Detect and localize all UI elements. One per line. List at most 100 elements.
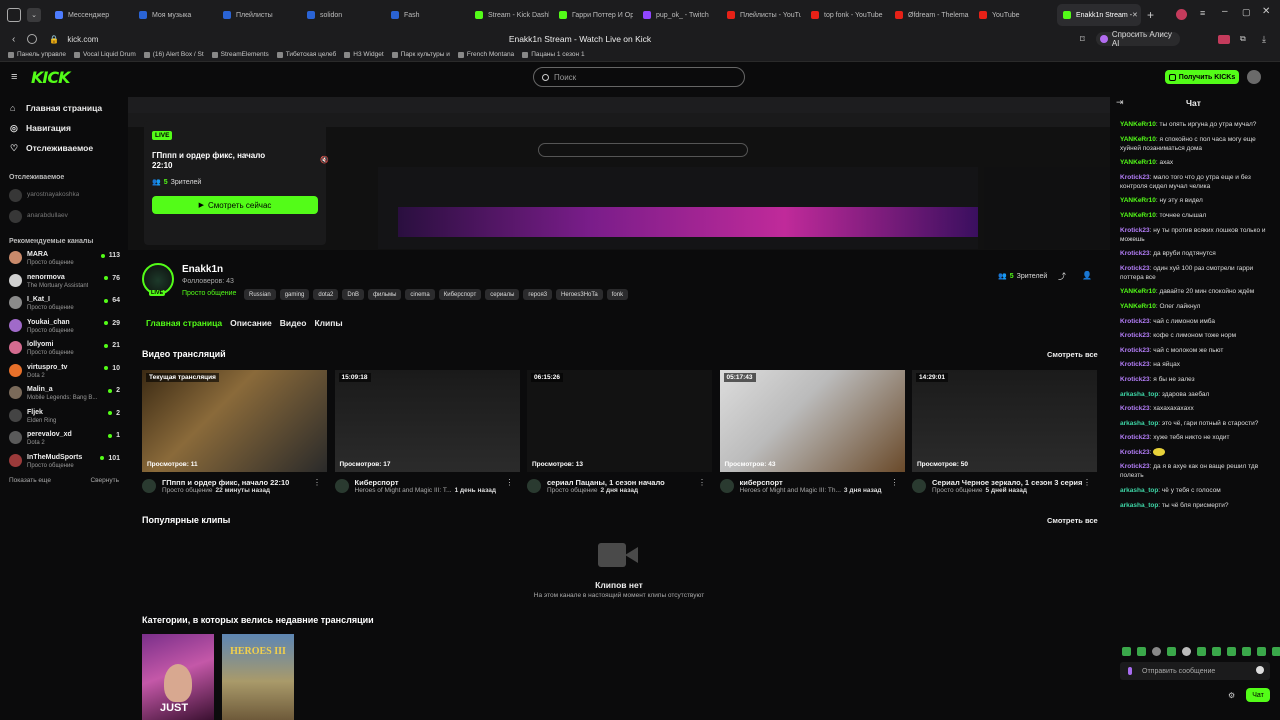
- browser-tab[interactable]: Плейлисты: [217, 4, 297, 26]
- channel-tag[interactable]: сериалы: [485, 289, 520, 300]
- alice-button[interactable]: Спросить Алису AI: [1096, 30, 1180, 48]
- download-icon[interactable]: ⤓: [1262, 34, 1266, 45]
- recommended-channel[interactable]: Youkai_chan Просто общение 29: [0, 318, 128, 341]
- chat-username[interactable]: Krotick23: [1120, 332, 1150, 339]
- follow-icon[interactable]: 👤: [1082, 271, 1092, 280]
- emote-icon[interactable]: [1197, 647, 1206, 656]
- more-options-icon[interactable]: ⋮: [891, 478, 899, 487]
- browser-tab[interactable]: solidon: [301, 4, 381, 26]
- recommended-channel[interactable]: Malin_a Mobile Legends: Bang B... 2: [0, 385, 128, 408]
- profile-icon[interactable]: [1176, 9, 1187, 20]
- chat-username[interactable]: Krotick23: [1120, 376, 1150, 383]
- video-player[interactable]: LIVE ГПппп и ордер фикс, начало 22:10 🔇 …: [128, 97, 1110, 250]
- chat-username[interactable]: Krotick23: [1120, 463, 1150, 470]
- browser-tab[interactable]: Stream - Kick Dashb: [469, 4, 549, 26]
- video-category[interactable]: Просто общение: [547, 487, 598, 494]
- browser-tab[interactable]: Enakk1n Stream - ✕: [1057, 4, 1141, 26]
- video-title[interactable]: Сериал Черное зеркало, 1 сезон 3 серия: [932, 478, 1082, 487]
- kick-logo[interactable]: KICK: [31, 68, 70, 87]
- browser-tab[interactable]: Мессенджер: [49, 4, 129, 26]
- back-icon[interactable]: ‹: [12, 34, 15, 45]
- channel-tag[interactable]: Heroes3HoTa: [556, 289, 603, 300]
- minimize-icon[interactable]: –: [1222, 6, 1228, 17]
- video-thumbnail[interactable]: 14:29:01 Просмотров: 50: [912, 370, 1097, 472]
- chat-username[interactable]: YANKeRr10: [1120, 197, 1156, 204]
- chat-username[interactable]: Krotick23: [1120, 174, 1150, 181]
- video-card[interactable]: 14:29:01 Просмотров: 50 Сериал Черное зерк…: [912, 370, 1097, 494]
- search-input[interactable]: Поиск: [533, 67, 745, 87]
- chat-send-button[interactable]: Чат: [1246, 688, 1270, 702]
- chat-username[interactable]: arkasha_top: [1120, 391, 1158, 398]
- channel-tag[interactable]: cinema: [405, 289, 435, 300]
- chat-username[interactable]: YANKeRr10: [1120, 159, 1156, 166]
- watch-now-button[interactable]: ▶ Смотреть сейчас: [152, 196, 318, 214]
- chat-input[interactable]: Отправить сообщение: [1120, 662, 1270, 680]
- collapse-chat-icon[interactable]: ⇥: [1116, 97, 1124, 108]
- emote-icon[interactable]: [1137, 647, 1146, 656]
- channel-tag[interactable]: героя3: [523, 289, 553, 300]
- more-options-icon[interactable]: ⋮: [506, 478, 514, 487]
- category-card-heroes[interactable]: HEROES III: [222, 634, 294, 720]
- recommended-channel[interactable]: nenormova The Mortuary Assistant 76: [0, 273, 128, 296]
- recommended-channel[interactable]: virtuspro_tv Dota 2 10: [0, 363, 128, 386]
- emote-icon[interactable]: [1257, 647, 1266, 656]
- channel-tag[interactable]: dota2: [313, 289, 339, 300]
- channel-avatar[interactable]: LIVE: [142, 263, 174, 296]
- browser-tab[interactable]: YouTube: [973, 4, 1053, 26]
- browser-tab[interactable]: pup_ok_ - Twitch: [637, 4, 717, 26]
- category-card-just[interactable]: JUST: [142, 634, 214, 720]
- yandex-icon[interactable]: [27, 34, 38, 44]
- chat-username[interactable]: arkasha_top: [1120, 502, 1158, 509]
- channel-tag[interactable]: Киберспорт: [438, 289, 482, 300]
- get-kicks-button[interactable]: Получить KICKs: [1165, 70, 1239, 84]
- bookmark-item[interactable]: Vocal Liquid Drum: [73, 51, 136, 58]
- extension-icon[interactable]: [1218, 34, 1230, 44]
- downloads-icon[interactable]: ≡: [1200, 8, 1205, 18]
- clips-see-all[interactable]: Смотреть все: [1047, 516, 1098, 525]
- bookmark-item[interactable]: Парк культуры и: [391, 51, 450, 58]
- bookmark-item[interactable]: Панель управле: [8, 51, 66, 58]
- emote-icon[interactable]: [1272, 647, 1280, 656]
- chat-username[interactable]: Krotick23: [1120, 318, 1150, 325]
- new-tab-icon[interactable]: +: [1147, 8, 1154, 22]
- recommended-channel[interactable]: lollyomi Просто общение 21: [0, 340, 128, 363]
- video-card[interactable]: Текущая трансляция Просмотров: 11 ГПппп и …: [142, 370, 327, 494]
- video-title[interactable]: ГПппп и ордер фикс, начало 22:10: [162, 478, 312, 487]
- video-thumbnail[interactable]: 15:09:18 Просмотров: 17: [334, 370, 520, 472]
- chat-settings-icon[interactable]: ⚙: [1228, 691, 1235, 700]
- channel-tab[interactable]: Клипы: [314, 318, 342, 328]
- chat-username[interactable]: arkasha_top: [1120, 420, 1158, 427]
- channel-tag[interactable]: fonk: [606, 289, 629, 300]
- emoji-icon[interactable]: [1256, 666, 1264, 674]
- mic-icon[interactable]: [1128, 667, 1132, 675]
- chat-username[interactable]: Krotick23: [1120, 405, 1150, 412]
- channel-tab[interactable]: Описание: [230, 318, 272, 328]
- chat-username[interactable]: YANKeRr10: [1120, 303, 1156, 310]
- browser-tab[interactable]: Моя музыка: [133, 4, 213, 26]
- video-category[interactable]: Просто общение: [932, 487, 983, 494]
- sidebar-nav-item[interactable]: ◎ Навигация: [0, 118, 128, 138]
- followed-channel[interactable]: anarabdullaev: [0, 205, 128, 226]
- bookmark-icon[interactable]: ⌑: [1080, 34, 1085, 45]
- video-category[interactable]: Просто общение: [162, 487, 213, 494]
- videos-see-all[interactable]: Смотреть все: [1047, 350, 1098, 359]
- video-title[interactable]: киберспорт: [740, 478, 890, 487]
- channel-tag[interactable]: DnB: [342, 289, 365, 300]
- chat-username[interactable]: Krotick23: [1120, 227, 1150, 234]
- channel-tag[interactable]: gaming: [279, 289, 310, 300]
- channel-category[interactable]: Просто общение: [182, 290, 236, 297]
- video-card[interactable]: 15:09:18 Просмотров: 17 Киберспорт Heroes o…: [334, 370, 520, 494]
- sidebar-nav-item[interactable]: ⌂ Главная страница: [0, 98, 128, 118]
- video-category[interactable]: Heroes of Might and Magic III: T...: [355, 487, 452, 494]
- channel-tag[interactable]: фильмы: [368, 289, 402, 300]
- chat-username[interactable]: Krotick23: [1120, 250, 1150, 257]
- url-text[interactable]: kick.com: [67, 35, 98, 44]
- tab-list-icon[interactable]: [7, 8, 21, 22]
- bookmark-item[interactable]: (16) Alert Box / St: [143, 51, 204, 58]
- channel-tab[interactable]: Видео: [280, 318, 307, 328]
- browser-tab[interactable]: Øfdream - Thelema: [889, 4, 969, 26]
- video-card[interactable]: 06:15:26 Просмотров: 13 сериал Пацаны, 1 с…: [527, 370, 712, 494]
- video-title[interactable]: Киберспорт: [355, 478, 505, 487]
- chat-username[interactable]: Krotick23: [1120, 449, 1150, 456]
- channel-tab[interactable]: Главная страница: [146, 318, 222, 328]
